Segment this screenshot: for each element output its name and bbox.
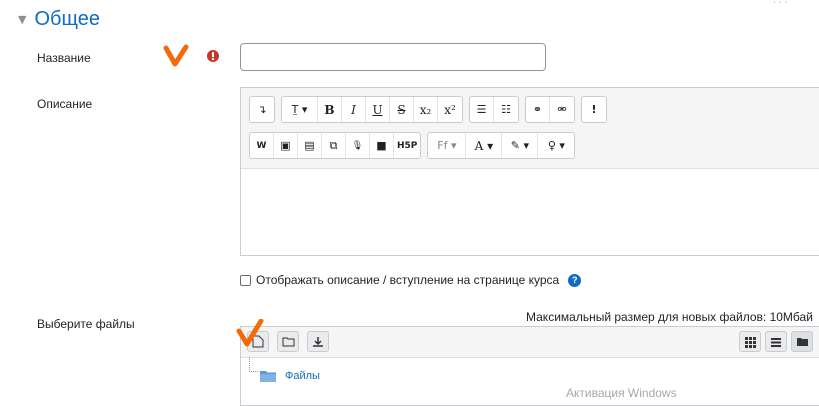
folder-outline-icon bbox=[282, 337, 294, 347]
record-audio-button[interactable]: 🎙 bbox=[346, 133, 370, 158]
insert-dropdown[interactable]: ♀ ▾ bbox=[538, 133, 574, 158]
underline-button[interactable]: U bbox=[366, 97, 390, 122]
font-family-dropdown[interactable]: Ff ▾ bbox=[428, 133, 467, 158]
collapse-triangle-icon[interactable]: ▼ bbox=[18, 13, 26, 26]
word-paste-button[interactable]: W bbox=[250, 133, 274, 158]
description-editor[interactable]: ↴ T̤ ▾ B I U S x₂ x² ☰ ☷ ⚭ ⚮ ! W ▣ ▤ ⧉ 🎙… bbox=[240, 87, 819, 256]
view-icons-button[interactable] bbox=[739, 331, 761, 352]
folder-item[interactable]: Файлы bbox=[259, 369, 320, 383]
file-picker-toolbar bbox=[241, 327, 819, 358]
show-description-label: Отображать описание / вступление на стра… bbox=[256, 273, 560, 287]
toolbar-group-accessibility: ! bbox=[581, 96, 607, 123]
text-style-dropdown[interactable]: T̤ ▾ bbox=[282, 97, 318, 122]
folder-name: Файлы bbox=[285, 370, 320, 382]
media-button[interactable]: ▤ bbox=[298, 133, 322, 158]
superscript-button[interactable]: x² bbox=[438, 97, 462, 122]
view-tree-button[interactable] bbox=[791, 331, 813, 352]
download-icon bbox=[313, 336, 323, 347]
show-description-row: Отображать описание / вступление на стра… bbox=[240, 273, 582, 287]
name-label: Название bbox=[37, 51, 91, 65]
toggle-toolbar-icon[interactable]: ↴ bbox=[250, 97, 274, 122]
max-file-size-text: Максимальный размер для новых файлов: 10… bbox=[526, 310, 813, 324]
download-button[interactable] bbox=[307, 331, 329, 352]
toolbar-group-toggle: ↴ bbox=[249, 96, 275, 123]
top-overflow-text: · · · bbox=[773, 0, 788, 8]
ordered-list-button[interactable]: ☷ bbox=[494, 97, 518, 122]
exclamation-circle-icon bbox=[207, 50, 219, 62]
toolbar-group-lists: ☰ ☷ bbox=[469, 96, 519, 123]
view-list-button[interactable] bbox=[765, 331, 787, 352]
folder-filled-icon bbox=[796, 338, 808, 346]
link-button[interactable]: ⚭ bbox=[526, 97, 550, 122]
unlink-button[interactable]: ⚮ bbox=[550, 97, 574, 122]
orange-checkmark-annotation-icon bbox=[236, 319, 264, 347]
files-label: Выберите файлы bbox=[37, 317, 135, 331]
description-label: Описание bbox=[37, 97, 93, 111]
record-video-button[interactable]: ■ bbox=[370, 133, 394, 158]
toolbar-group-format: T̤ ▾ B I U S x₂ x² bbox=[281, 96, 463, 123]
image-button[interactable]: ▣ bbox=[274, 133, 298, 158]
font-color-dropdown[interactable]: A ▾ bbox=[466, 133, 503, 158]
show-description-checkbox[interactable] bbox=[240, 274, 251, 286]
grid-icon bbox=[745, 336, 756, 348]
subscript-button[interactable]: x₂ bbox=[414, 97, 438, 122]
bold-button[interactable]: B bbox=[318, 97, 342, 122]
strikethrough-button[interactable]: S bbox=[390, 97, 414, 122]
create-folder-button[interactable] bbox=[277, 331, 299, 352]
toolbar-group-links: ⚭ ⚮ bbox=[525, 96, 575, 123]
name-input[interactable] bbox=[240, 43, 546, 71]
tree-connector bbox=[249, 357, 258, 372]
section-header[interactable]: ▼ Общее bbox=[18, 8, 100, 31]
background-color-dropdown[interactable]: ✎ ▾ bbox=[502, 133, 539, 158]
unordered-list-button[interactable]: ☰ bbox=[470, 97, 494, 122]
file-picker[interactable]: Файлы bbox=[240, 326, 819, 406]
list-icon bbox=[771, 337, 781, 347]
h5p-button[interactable]: H5P bbox=[394, 133, 420, 158]
section-title: Общее bbox=[34, 8, 100, 30]
blue-folder-icon bbox=[260, 371, 276, 382]
help-question-icon[interactable]: ? bbox=[568, 273, 582, 287]
accessibility-button[interactable]: ! bbox=[582, 97, 606, 122]
italic-button[interactable]: I bbox=[342, 97, 366, 122]
windows-activation-watermark: Активация Windows bbox=[566, 386, 677, 400]
toolbar-group-style: Ff ▾ A ▾ ✎ ▾ ♀ ▾ bbox=[427, 132, 576, 159]
copy-button[interactable]: ⧉ bbox=[322, 133, 346, 158]
toolbar-group-media: W ▣ ▤ ⧉ 🎙 ■ H5P bbox=[249, 132, 422, 159]
orange-checkmark-annotation-icon bbox=[163, 44, 189, 67]
editor-toolbar: ↴ T̤ ▾ B I U S x₂ x² ☰ ☷ ⚭ ⚮ ! W ▣ ▤ ⧉ 🎙… bbox=[241, 88, 819, 169]
